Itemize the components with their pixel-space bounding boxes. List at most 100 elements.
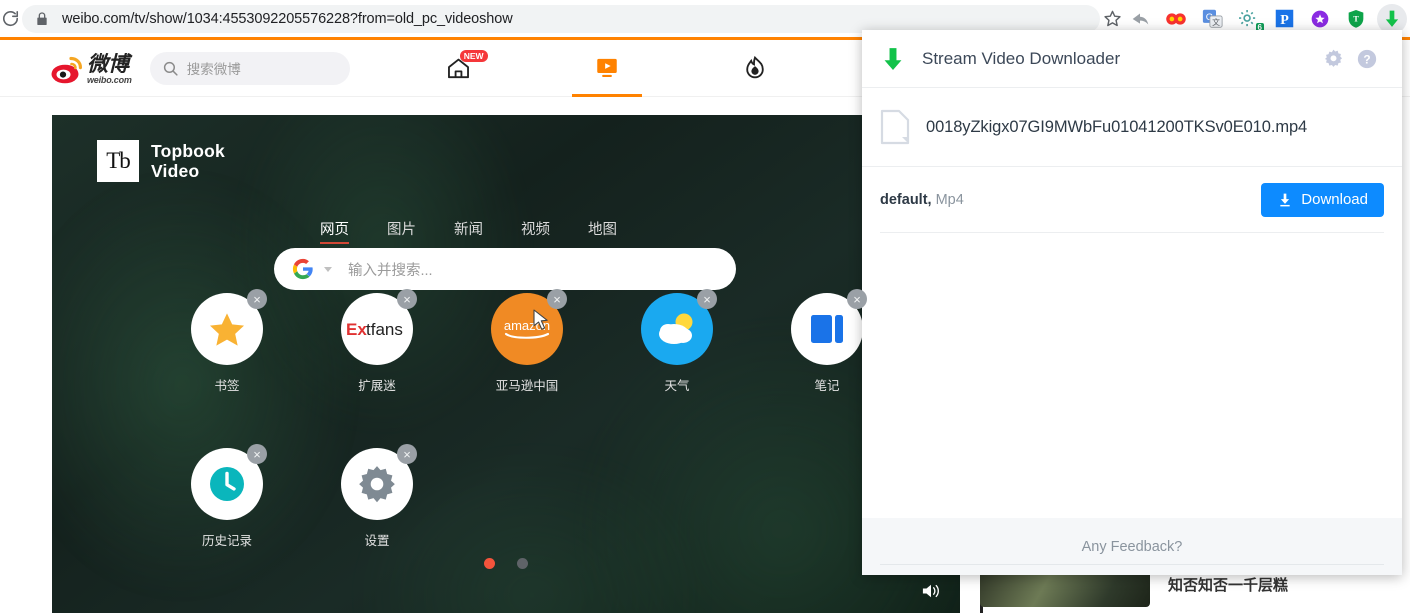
weather-sun-cloud-icon xyxy=(659,313,693,344)
file-icon xyxy=(880,109,910,145)
volume-icon xyxy=(922,584,939,598)
shortcut-bookmarks[interactable]: × 书签 xyxy=(152,289,302,394)
list-item-title: 知否知否一千层糕 xyxy=(1168,576,1289,594)
svg-text:tfans: tfans xyxy=(366,320,403,339)
chevron-down-icon[interactable] xyxy=(324,266,332,272)
download-icon xyxy=(1280,193,1290,206)
shortcut-label: 设置 xyxy=(364,534,390,548)
back-arrow-icon xyxy=(1132,13,1149,24)
shortcut-label: 亚马逊中国 xyxy=(495,379,559,393)
tab-webpage[interactable]: 网页 xyxy=(320,218,349,244)
popup-quality: default, xyxy=(880,191,932,208)
purple-star-circle-icon xyxy=(1311,10,1329,27)
remove-shortcut-button[interactable]: × xyxy=(697,289,717,309)
help-button[interactable]: ? xyxy=(1350,42,1384,76)
svg-text:?: ? xyxy=(1363,52,1370,66)
popup-quality-format: default, Mp4 xyxy=(880,192,964,208)
tab-maps[interactable]: 地图 xyxy=(588,218,617,244)
video-player[interactable]: Tb Topbook Video 网页 图片 新闻 视频 地图 输入并搜索... xyxy=(52,115,960,613)
ntp-tab-bar: 网页 图片 新闻 视频 地图 xyxy=(320,218,617,244)
video-monitor-icon xyxy=(596,58,617,77)
remove-shortcut-button[interactable]: × xyxy=(247,444,267,464)
gear-icon xyxy=(1324,49,1342,67)
shortcut-label: 历史记录 xyxy=(201,534,252,548)
gear-icon xyxy=(359,466,395,503)
ntp-search-placeholder: 输入并搜索... xyxy=(348,262,433,279)
weibo-nav: NEW xyxy=(424,40,938,97)
infinity-loop-icon xyxy=(1166,12,1186,25)
shortcut-history[interactable]: × 历史记录 xyxy=(152,444,302,549)
stream-video-downloader-popup: Stream Video Downloader ? 0018yZkigx07GI… xyxy=(862,30,1402,575)
pagination-dot-2[interactable] xyxy=(517,558,528,569)
popup-row-separator xyxy=(880,232,1384,233)
shortcut-label: 笔记 xyxy=(814,379,840,393)
tab-videos[interactable]: 视频 xyxy=(521,218,550,244)
bookmark-star-icon xyxy=(1103,10,1121,27)
shortcut-row-1: × 书签 × Ex tfans 扩展迷 × amazon 亚马逊中国 × 天气 … xyxy=(152,289,960,394)
topbook-logo-icon: Tb xyxy=(97,140,139,182)
remove-shortcut-button[interactable]: × xyxy=(397,444,417,464)
footer-divider xyxy=(880,564,1384,565)
pagination-dot-1[interactable] xyxy=(484,558,495,569)
reload-button[interactable] xyxy=(0,0,20,37)
shortcut-weather[interactable]: × 天气 xyxy=(602,289,752,394)
shortcut-extfans[interactable]: × Ex tfans 扩展迷 xyxy=(302,289,452,394)
search-placeholder: 搜索微博 xyxy=(186,62,241,77)
tab-news[interactable]: 新闻 xyxy=(454,218,483,244)
watermark-line1: Topbook xyxy=(151,141,225,161)
topbook-logo-text: Tb xyxy=(106,148,131,173)
shortcut-amazon-cn[interactable]: × amazon 亚马逊中国 xyxy=(452,289,602,394)
sidebar-item-hot[interactable] xyxy=(720,40,790,97)
star-icon xyxy=(210,313,244,346)
shortcut-settings[interactable]: × 设置 xyxy=(302,444,452,549)
weibo-logo-en: weibo.com xyxy=(87,74,132,85)
green-shield-icon: T xyxy=(1348,10,1364,28)
shortcut-label: 扩展迷 xyxy=(358,379,396,393)
svg-text:文: 文 xyxy=(1212,17,1220,27)
help-circle-icon: ? xyxy=(1357,49,1377,68)
shortcut-grid: × 书签 × Ex tfans 扩展迷 × amazon 亚马逊中国 × 天气 … xyxy=(152,289,960,549)
green-down-arrow-icon xyxy=(884,47,902,70)
remove-shortcut-button[interactable]: × xyxy=(547,289,567,309)
search-icon xyxy=(163,61,178,76)
flame-icon xyxy=(746,55,764,79)
sidebar-item-video[interactable] xyxy=(572,40,642,97)
volume-button[interactable] xyxy=(920,582,942,605)
remove-shortcut-button[interactable]: × xyxy=(397,289,417,309)
svg-text:P: P xyxy=(1280,13,1289,28)
download-button-label: Download xyxy=(1301,191,1368,208)
popup-title: Stream Video Downloader xyxy=(922,48,1121,68)
weibo-eye-icon xyxy=(50,56,84,84)
remove-shortcut-button[interactable]: × xyxy=(247,289,267,309)
clock-icon xyxy=(210,467,244,501)
feedback-link[interactable]: Any Feedback? xyxy=(1082,539,1183,555)
remove-shortcut-button[interactable]: × xyxy=(847,289,867,309)
popup-footer: Any Feedback? xyxy=(862,518,1402,575)
watermark-line2: Video xyxy=(151,161,200,181)
popup-download-row: default, Mp4 Download xyxy=(862,167,1402,232)
extfans-logo-icon: Ex tfans xyxy=(346,320,403,339)
google-g-icon xyxy=(292,258,313,280)
url-text: weibo.com/tv/show/1034:4553092205576228?… xyxy=(62,10,513,27)
sidebar-item-home[interactable]: NEW xyxy=(424,40,494,97)
shortcut-pagination xyxy=(484,558,528,569)
ntp-search-input[interactable]: 输入并搜索... xyxy=(274,248,736,290)
weibo-logo[interactable]: 微博 weibo.com xyxy=(50,51,132,85)
address-bar[interactable]: weibo.com/tv/show/1034:4553092205576228?… xyxy=(22,4,1100,33)
svg-text:T: T xyxy=(1353,14,1359,23)
reload-icon xyxy=(2,11,18,27)
search-input[interactable]: 搜索微博 xyxy=(149,51,350,85)
translate-icon: G 文 xyxy=(1202,9,1223,28)
tab-images[interactable]: 图片 xyxy=(387,218,416,244)
mouse-cursor xyxy=(533,309,548,330)
shortcut-row-2: × 历史记录 × 设置 xyxy=(152,444,960,549)
settings-button[interactable] xyxy=(1316,42,1350,76)
popup-file-name: 0018yZkigx07GI9MWbFu01041200TKSv0E010.mp… xyxy=(926,117,1308,136)
green-down-arrow-icon xyxy=(1385,10,1399,27)
download-button[interactable]: Download xyxy=(1261,182,1384,217)
weibo-logo-cn: 微博 xyxy=(87,51,129,76)
notebook-icon xyxy=(811,315,843,343)
video-watermark: Tb Topbook Video xyxy=(97,140,225,182)
shortcut-label: 书签 xyxy=(214,379,240,393)
lock-icon xyxy=(37,11,47,25)
